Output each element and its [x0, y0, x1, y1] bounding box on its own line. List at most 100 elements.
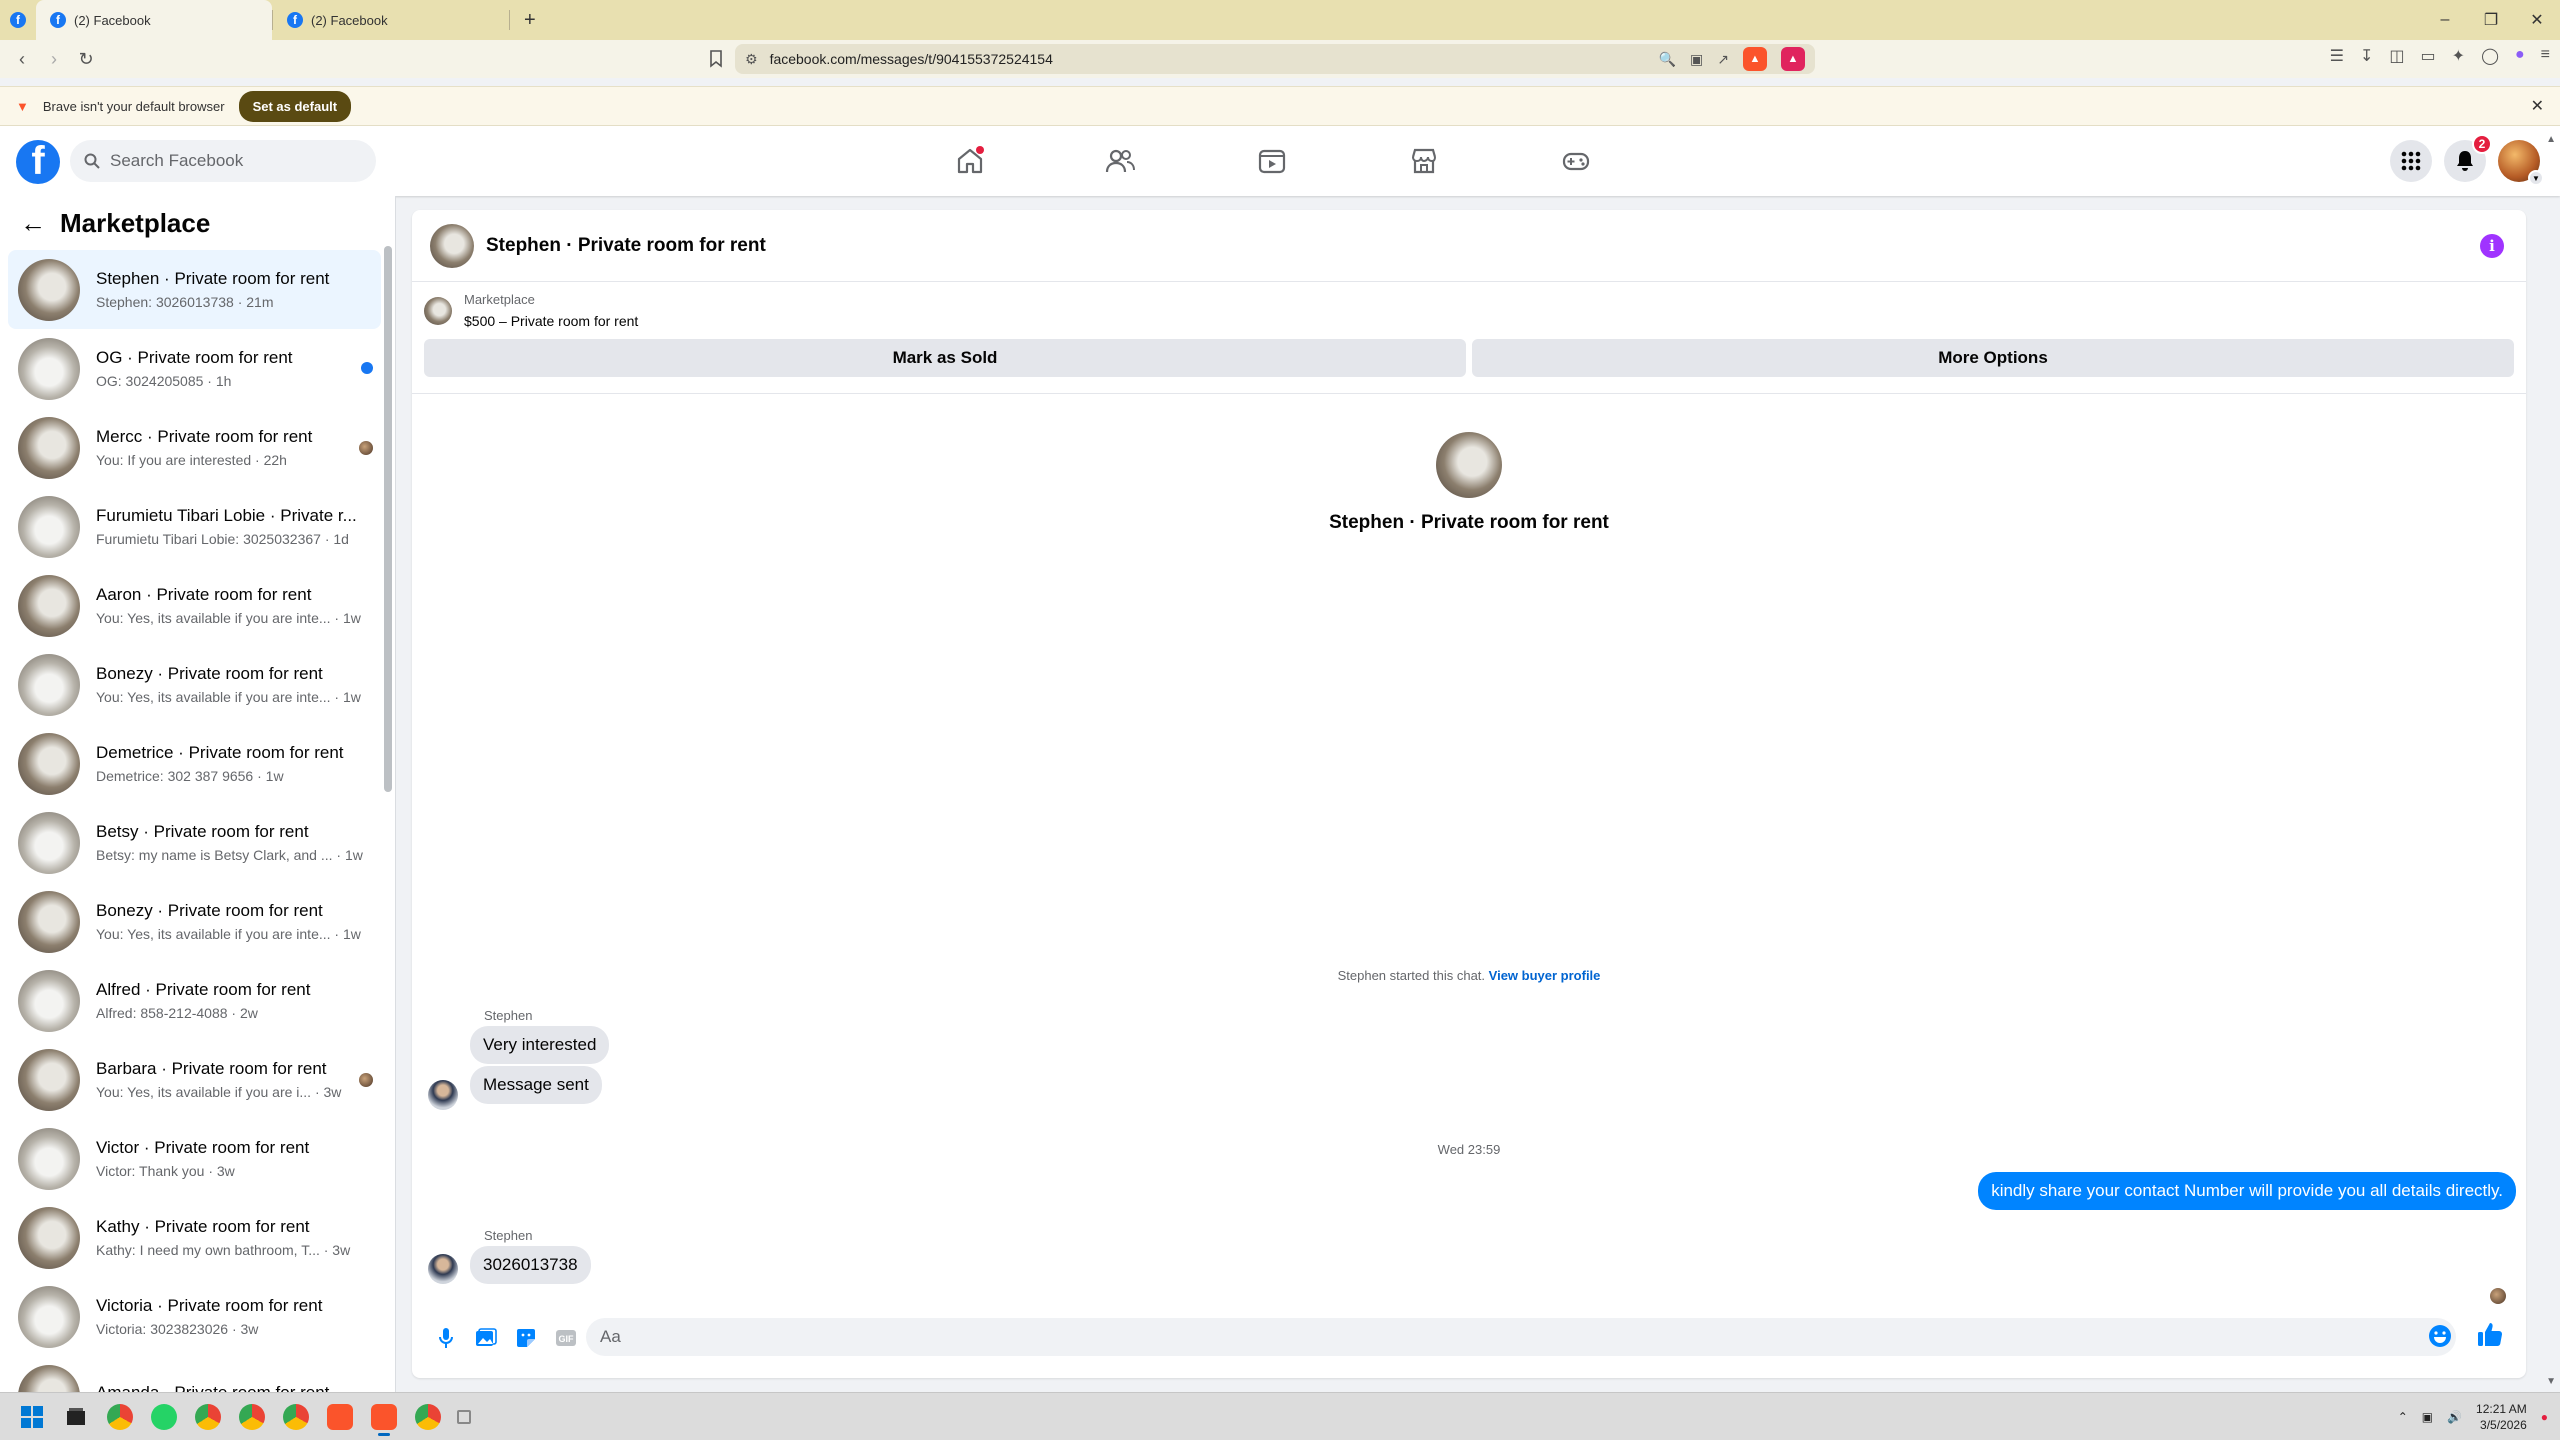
incoming-message[interactable]: Message sent — [470, 1066, 602, 1104]
chat-panel: Stephen · Private room for rent i Market… — [412, 210, 2526, 1378]
whatsapp-icon[interactable] — [144, 1397, 184, 1437]
profile-icon[interactable]: ● — [2515, 46, 2525, 66]
share-icon[interactable]: ↗ — [1717, 51, 1729, 68]
page-scroll-down-icon[interactable]: ▼ — [2546, 1376, 2556, 1387]
sender-avatar[interactable] — [428, 1080, 458, 1110]
listing-summary[interactable]: Marketplace $500 – Private room for rent — [424, 292, 2514, 329]
conversation-item[interactable]: Kathy · Private room for rent Kathy: I ne… — [8, 1198, 381, 1277]
conversation-item[interactable]: Betsy · Private room for rent Betsy: my n… — [8, 803, 381, 882]
facebook-tab-favicon-only[interactable]: f — [0, 0, 36, 40]
set-as-default-button[interactable]: Set as default — [238, 90, 352, 122]
view-buyer-profile-link[interactable]: View buyer profile — [1489, 968, 1601, 983]
more-options-button[interactable]: More Options — [1472, 339, 2514, 377]
nav-marketplace[interactable] — [1364, 126, 1484, 196]
close-infobar-icon[interactable]: ✕ — [2531, 96, 2544, 116]
leo-ai-icon[interactable]: ✦ — [2452, 46, 2465, 66]
zoom-icon[interactable]: 🔍 — [1659, 51, 1676, 68]
menu-grid-button[interactable] — [2390, 140, 2432, 182]
conversation-item[interactable]: Bonezy · Private room for rent You: Yes, … — [8, 882, 381, 961]
extensions-icon[interactable]: ☰ — [2330, 46, 2344, 66]
message-input[interactable] — [586, 1318, 2456, 1356]
restore-icon[interactable]: ❐ — [2468, 0, 2514, 40]
vpn-icon[interactable]: ◯ — [2481, 46, 2499, 66]
sidebar-scrollbar[interactable] — [384, 246, 392, 792]
nav-video[interactable] — [1212, 126, 1332, 196]
chrome-profile-icon[interactable] — [232, 1397, 272, 1437]
browser-tab-2[interactable]: f (2) Facebook — [273, 0, 509, 40]
back-arrow-icon[interactable]: ← — [20, 208, 46, 239]
app-icon[interactable] — [452, 1397, 476, 1437]
gif-icon[interactable]: GIF — [546, 1318, 586, 1358]
conversation-item[interactable]: Victor · Private room for rent Victor: Th… — [8, 1119, 381, 1198]
menu-icon[interactable]: ≡ — [2541, 46, 2550, 66]
brave-shields-icon[interactable]: ▲ — [1743, 47, 1767, 71]
back-icon[interactable]: ‹ — [6, 43, 38, 75]
notification-bell-icon[interactable]: ● — [2541, 1410, 2548, 1424]
brave-active-icon[interactable] — [364, 1397, 404, 1437]
conversation-item[interactable]: Barbara · Private room for rent You: Yes,… — [8, 1040, 381, 1119]
forward-icon[interactable]: › — [38, 43, 70, 75]
nav-friends[interactable] — [1060, 126, 1180, 196]
sender-avatar[interactable] — [428, 1254, 458, 1284]
browser-tab-bar: f f (2) Facebook f (2) Facebook + – ❐ ✕ — [0, 0, 2560, 40]
conversation-item[interactable]: Alfred · Private room for rent Alfred: 85… — [8, 961, 381, 1040]
volume-icon[interactable]: 🔊 — [2447, 1410, 2462, 1424]
search-facebook-input[interactable]: Search Facebook — [70, 140, 376, 182]
nav-home[interactable] — [910, 126, 1030, 196]
minimize-icon[interactable]: – — [2422, 0, 2468, 40]
listing-thumbnail — [18, 1206, 80, 1269]
brave-icon[interactable] — [320, 1397, 360, 1437]
sidebar-icon[interactable]: ◫ — [2389, 46, 2404, 66]
brave-rewards-icon[interactable]: ▲ — [1781, 47, 1805, 71]
nav-gaming[interactable] — [1516, 126, 1636, 196]
conversation-item[interactable]: OG · Private room for rent OG: 3024205085… — [8, 329, 381, 408]
conversation-item[interactable]: Demetrice · Private room for rent Demetri… — [8, 724, 381, 803]
chrome-icon[interactable] — [100, 1397, 140, 1437]
conversation-item[interactable]: Victoria · Private room for rent Victoria… — [8, 1277, 381, 1356]
bookmark-icon[interactable] — [700, 43, 732, 75]
chat-title[interactable]: Stephen · Private room for rent — [486, 235, 766, 257]
browser-tab-1[interactable]: f (2) Facebook — [36, 0, 272, 40]
incoming-message[interactable]: 3026013738 — [470, 1246, 591, 1284]
search-icon — [84, 153, 100, 169]
brave-lion-icon: ▼ — [16, 98, 29, 114]
intro-avatar[interactable] — [1436, 432, 1502, 498]
tray-chevron-icon[interactable]: ⌃ — [2398, 1410, 2408, 1424]
clock[interactable]: 12:21 AM 3/5/2026 — [2476, 1401, 2527, 1433]
conversation-item[interactable]: Furumietu Tibari Lobie · Private r... Fur… — [8, 487, 381, 566]
close-window-icon[interactable]: ✕ — [2514, 0, 2560, 40]
conversation-item[interactable]: Amanda · Private room for rent — [8, 1356, 381, 1392]
grid-menu-icon — [2401, 151, 2421, 171]
chrome-profile-icon[interactable] — [408, 1397, 448, 1437]
mark-as-sold-button[interactable]: Mark as Sold — [424, 339, 1466, 377]
conversation-item[interactable]: Bonezy · Private room for rent You: Yes, … — [8, 645, 381, 724]
account-avatar[interactable]: ▼ — [2498, 140, 2544, 186]
windows-start-icon[interactable] — [12, 1397, 52, 1437]
network-icon[interactable]: ▣ — [2422, 1410, 2433, 1424]
reload-icon[interactable]: ↻ — [70, 43, 102, 75]
chrome-profile-icon[interactable] — [276, 1397, 316, 1437]
chrome-profile-icon[interactable] — [188, 1397, 228, 1437]
voice-clip-icon[interactable] — [426, 1318, 466, 1358]
conversation-item[interactable]: Mercc · Private room for rent You: If you… — [8, 408, 381, 487]
thumbs-up-icon[interactable] — [2476, 1320, 2504, 1348]
downloads-icon[interactable]: ↧ — [2360, 46, 2373, 66]
conversation-item[interactable]: Stephen · Private room for rent Stephen: … — [8, 250, 381, 329]
sticker-icon[interactable] — [506, 1318, 546, 1358]
conversation-item[interactable]: Aaron · Private room for rent You: Yes, i… — [8, 566, 381, 645]
emoji-icon[interactable] — [2428, 1324, 2452, 1348]
notifications-button[interactable]: 2 — [2444, 134, 2492, 182]
task-view-icon[interactable] — [56, 1397, 96, 1437]
attach-photo-icon[interactable] — [466, 1318, 506, 1358]
page-scroll-up-icon[interactable]: ▲ — [2546, 134, 2556, 145]
new-tab-button[interactable]: + — [510, 0, 550, 40]
outgoing-message[interactable]: kindly share your contact Number will pr… — [1978, 1172, 2516, 1210]
cast-icon[interactable]: ▣ — [1690, 51, 1703, 68]
address-bar[interactable]: ⚙ facebook.com/messages/t/90415537252415… — [735, 44, 1815, 74]
chat-avatar[interactable] — [430, 223, 474, 268]
wallet-icon[interactable]: ▭ — [2421, 46, 2436, 66]
info-icon[interactable]: i — [2480, 234, 2504, 258]
site-info-icon[interactable]: ⚙ — [745, 51, 758, 68]
facebook-logo-icon[interactable]: f — [16, 140, 60, 184]
incoming-message[interactable]: Very interested — [470, 1026, 610, 1064]
